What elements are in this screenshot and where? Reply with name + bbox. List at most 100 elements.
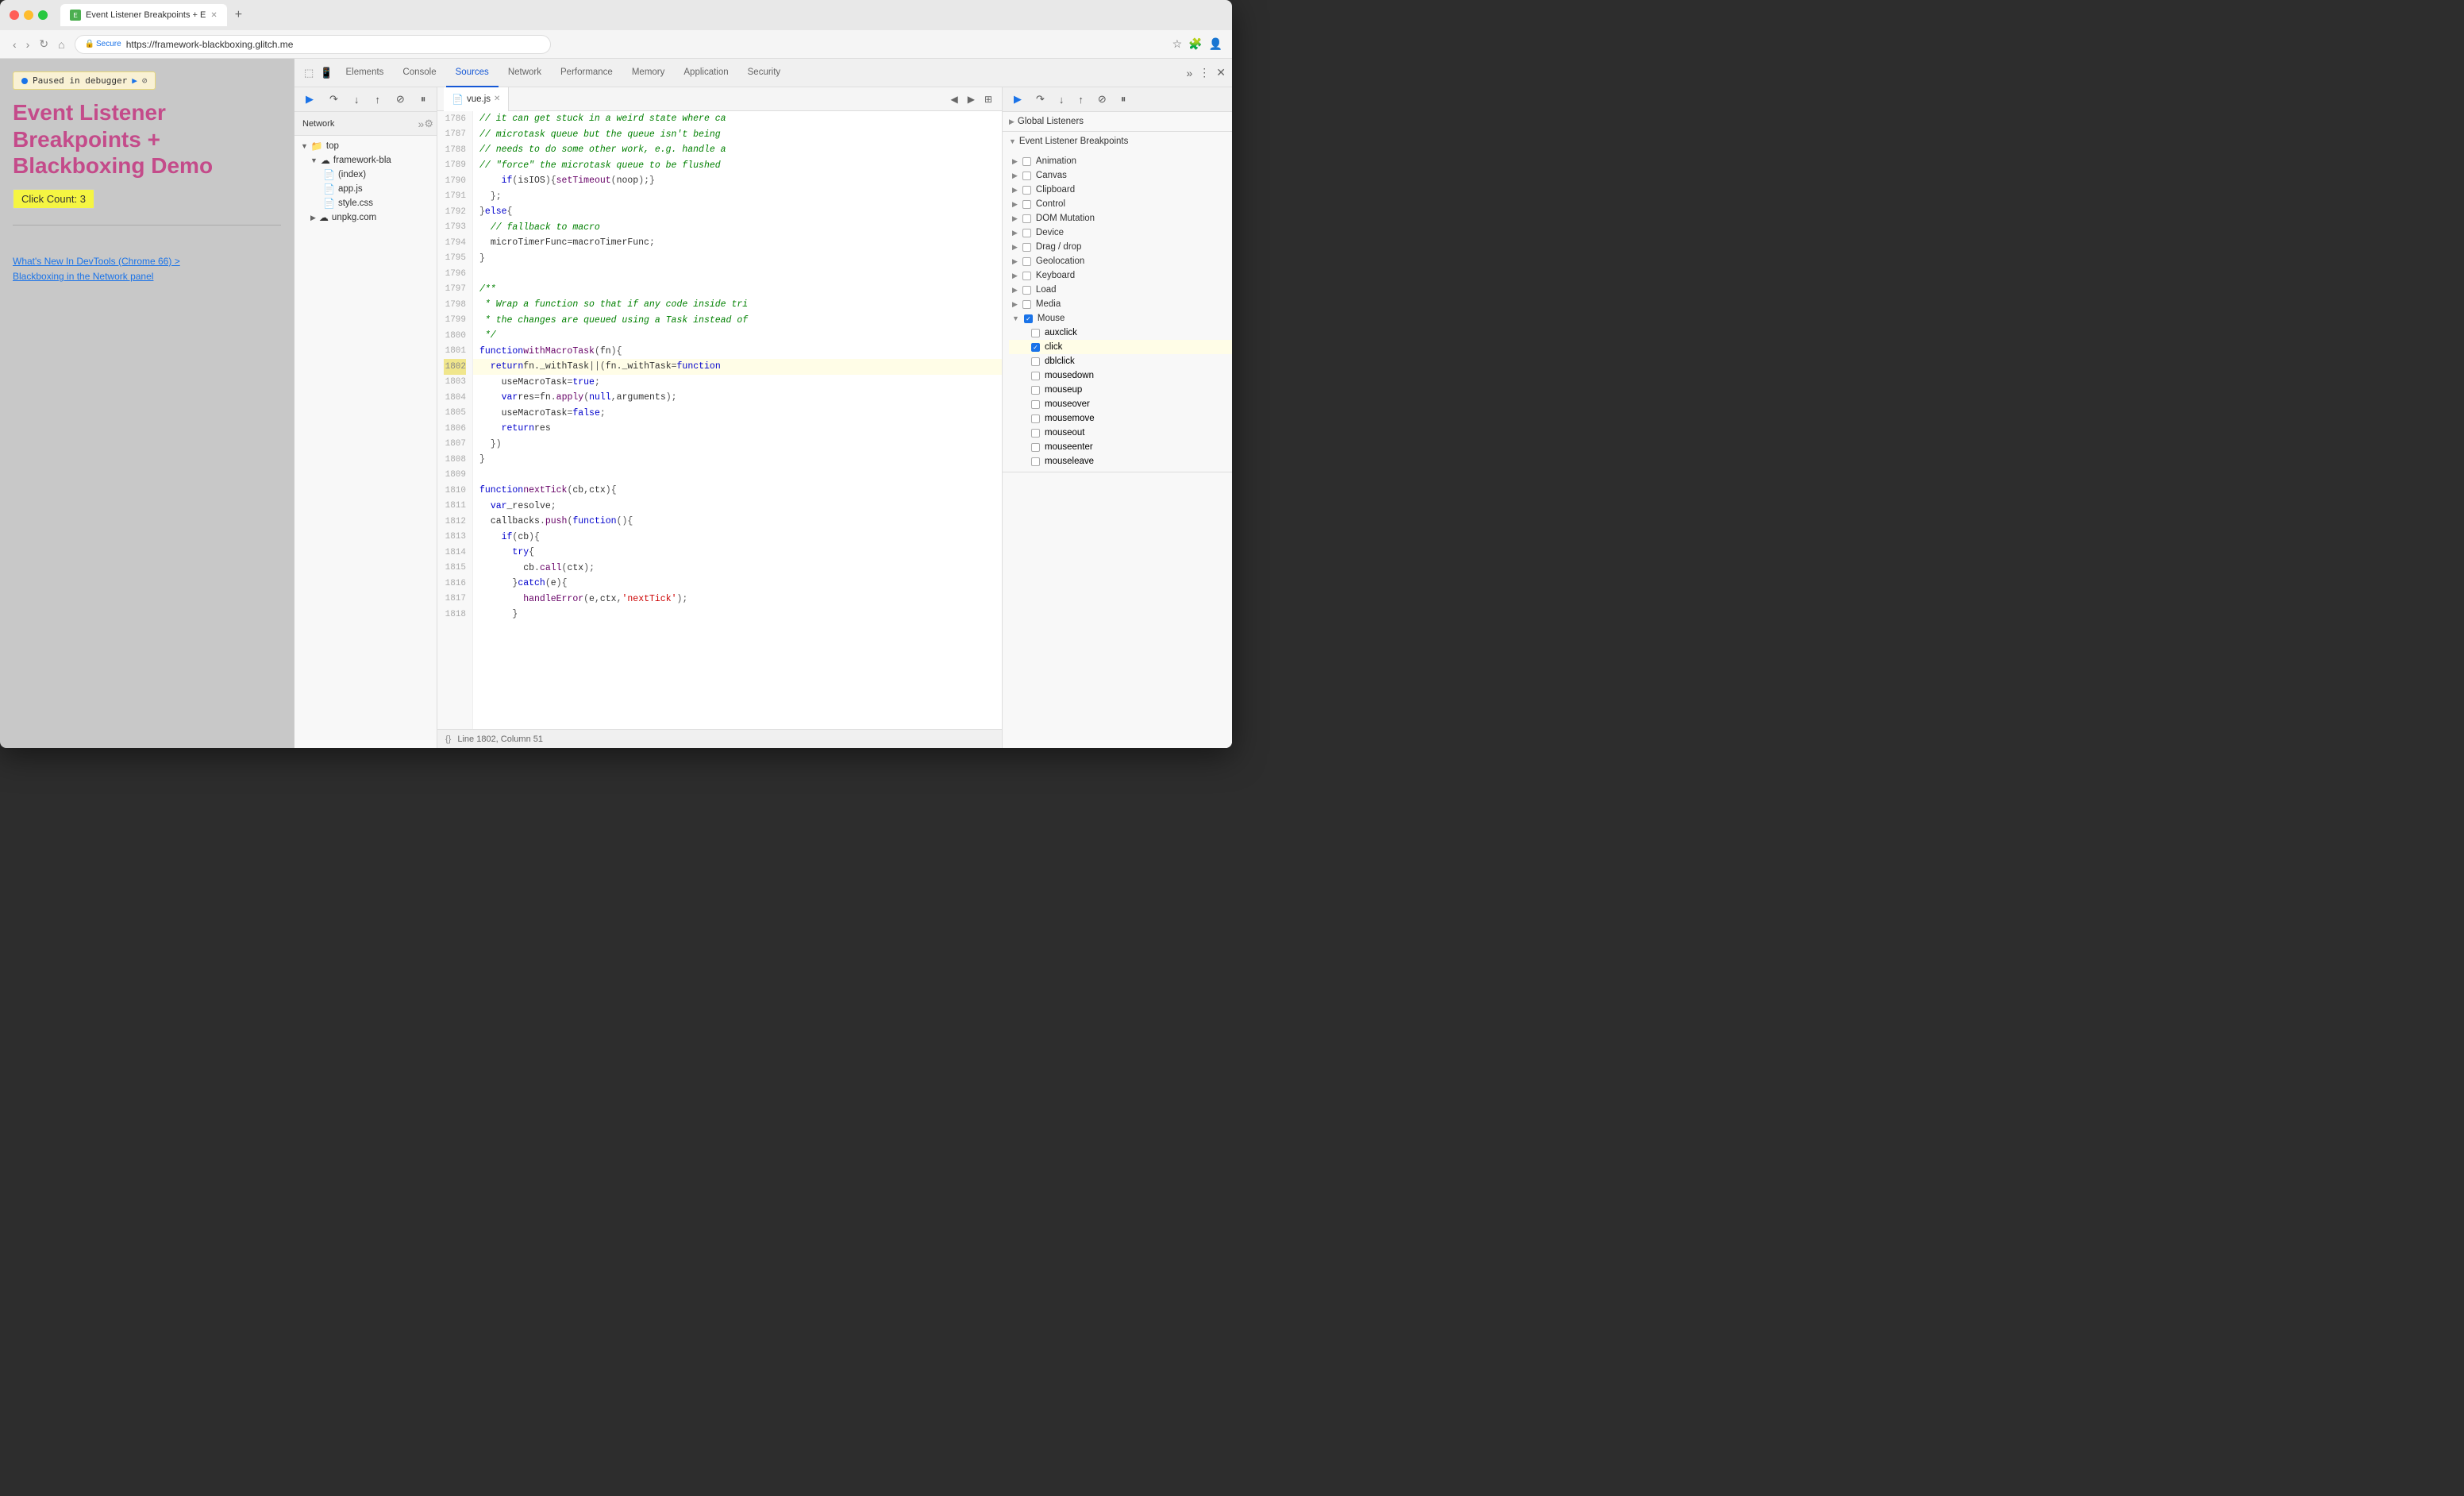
bp-dblclick-checkbox[interactable] — [1031, 357, 1040, 366]
address-input[interactable]: 🔒 Secure https://framework-blackboxing.g… — [75, 35, 551, 54]
bp-dblclick[interactable]: dblclick — [1009, 354, 1232, 368]
tree-top[interactable]: ▼ 📁 top — [295, 139, 437, 153]
bp-clipboard-checkbox[interactable] — [1022, 186, 1031, 195]
inspect-element-button[interactable]: ⬚ — [301, 65, 317, 81]
browser-tab[interactable]: E Event Listener Breakpoints + E ✕ — [60, 4, 227, 26]
click-count[interactable]: Click Count: 3 — [13, 189, 94, 209]
bp-device-checkbox[interactable] — [1022, 229, 1031, 237]
minimize-button[interactable] — [24, 10, 33, 20]
global-listeners-header[interactable]: ▶ Global Listeners — [1003, 112, 1232, 131]
event-listener-breakpoints-header[interactable]: ▼ Event Listener Breakpoints — [1003, 132, 1232, 151]
tab-console[interactable]: Console — [393, 59, 445, 87]
bp-mouseover-checkbox[interactable] — [1031, 400, 1040, 409]
bp-click-checkbox[interactable] — [1031, 343, 1040, 352]
code-area[interactable]: 1786 1787 1788 1789 1790 1791 1792 1793 … — [437, 111, 1002, 729]
navigate-forward-button[interactable]: ▶ — [964, 92, 978, 106]
bp-geolocation[interactable]: ▶ Geolocation — [1003, 254, 1232, 268]
editor-close-icon[interactable]: ✕ — [494, 94, 500, 103]
tree-unpkg[interactable]: ▶ ☁ unpkg.com — [295, 210, 437, 225]
pause-on-exceptions-button[interactable]: ⏸ — [416, 91, 431, 108]
device-toggle-button[interactable]: 📱 — [317, 65, 336, 81]
blackboxing-link[interactable]: Blackboxing in the Network panel — [13, 269, 281, 284]
bp-mouseout-checkbox[interactable] — [1031, 429, 1040, 438]
format-button[interactable]: ⊞ — [981, 92, 995, 106]
tab-close-icon[interactable]: ✕ — [210, 11, 217, 20]
tab-memory[interactable]: Memory — [622, 59, 675, 87]
navigate-back-button[interactable]: ◀ — [947, 92, 961, 106]
step-over-button[interactable]: ↷ — [325, 91, 343, 108]
tab-sources[interactable]: Sources — [446, 59, 499, 87]
deactivate-breakpoints-button[interactable]: ⊘ — [391, 91, 410, 108]
tree-stylecss[interactable]: 📄 style.css — [295, 196, 437, 210]
resume-icon[interactable]: ▶ — [132, 75, 137, 86]
bp-mouseover[interactable]: mouseover — [1009, 397, 1232, 411]
bp-device[interactable]: ▶ Device — [1003, 226, 1232, 240]
bp-media[interactable]: ▶ Media — [1003, 297, 1232, 311]
devtools-settings-button[interactable]: ⋮ — [1199, 66, 1210, 79]
tab-elements[interactable]: Elements — [336, 59, 393, 87]
extensions-icon[interactable]: 🧩 — [1188, 37, 1202, 51]
pretty-print-icon[interactable]: {} — [445, 735, 451, 744]
new-tab-button[interactable]: + — [230, 6, 247, 24]
bp-drag-drop-checkbox[interactable] — [1022, 243, 1031, 252]
home-button[interactable]: ⌂ — [55, 36, 67, 52]
bp-control-checkbox[interactable] — [1022, 200, 1031, 209]
bp-mouseleave[interactable]: mouseleave — [1009, 454, 1232, 468]
deactivate-icon[interactable]: ⊘ — [142, 75, 148, 86]
bp-mousemove-checkbox[interactable] — [1031, 414, 1040, 423]
bp-geolocation-checkbox[interactable] — [1022, 257, 1031, 266]
editor-tab-vuejs[interactable]: 📄 vue.js ✕ — [444, 87, 509, 111]
step-into-button[interactable]: ↓ — [349, 91, 364, 108]
close-button[interactable] — [10, 10, 19, 20]
bp-dom-mutation-checkbox[interactable] — [1022, 214, 1031, 223]
bookmark-icon[interactable]: ☆ — [1172, 37, 1183, 51]
network-tab[interactable]: Network — [298, 118, 339, 130]
more-sources-button[interactable]: » — [418, 118, 425, 130]
deactivate-right-button[interactable]: ⊘ — [1093, 91, 1111, 108]
resume-right-button[interactable]: ▶ — [1009, 91, 1026, 108]
bp-auxclick[interactable]: auxclick — [1009, 326, 1232, 340]
user-icon[interactable]: 👤 — [1209, 37, 1222, 51]
step-out-right-button[interactable]: ↑ — [1073, 91, 1088, 108]
bp-mouseup-checkbox[interactable] — [1031, 386, 1040, 395]
bp-clipboard[interactable]: ▶ Clipboard — [1003, 183, 1232, 197]
bp-mouse-checkbox[interactable] — [1024, 314, 1033, 323]
bp-mousedown[interactable]: mousedown — [1009, 368, 1232, 383]
bp-dom-mutation[interactable]: ▶ DOM Mutation — [1003, 211, 1232, 226]
tab-application[interactable]: Application — [674, 59, 737, 87]
tree-appjs[interactable]: 📄 app.js — [295, 182, 437, 196]
tab-security[interactable]: Security — [738, 59, 791, 87]
maximize-button[interactable] — [38, 10, 48, 20]
back-button[interactable]: ‹ — [10, 36, 20, 52]
bp-auxclick-checkbox[interactable] — [1031, 329, 1040, 337]
bp-media-checkbox[interactable] — [1022, 300, 1031, 309]
bp-mouseenter[interactable]: mouseenter — [1009, 440, 1232, 454]
bp-mouse[interactable]: ▼ Mouse — [1003, 311, 1232, 326]
step-into-right-button[interactable]: ↓ — [1054, 91, 1069, 108]
bp-load-checkbox[interactable] — [1022, 286, 1031, 295]
bp-animation[interactable]: ▶ Animation — [1003, 154, 1232, 168]
bp-drag-drop[interactable]: ▶ Drag / drop — [1003, 240, 1232, 254]
bp-keyboard-checkbox[interactable] — [1022, 272, 1031, 280]
bp-canvas-checkbox[interactable] — [1022, 172, 1031, 180]
bp-mouseenter-checkbox[interactable] — [1031, 443, 1040, 452]
bp-mousedown-checkbox[interactable] — [1031, 372, 1040, 380]
bp-canvas[interactable]: ▶ Canvas — [1003, 168, 1232, 183]
bp-mousemove[interactable]: mousemove — [1009, 411, 1232, 426]
more-tabs-button[interactable]: » — [1186, 67, 1192, 79]
bp-animation-checkbox[interactable] — [1022, 157, 1031, 166]
tab-network[interactable]: Network — [499, 59, 551, 87]
whats-new-link[interactable]: What's New In DevTools (Chrome 66) > — [13, 254, 281, 269]
bp-mouseleave-checkbox[interactable] — [1031, 457, 1040, 466]
close-devtools-button[interactable]: ✕ — [1216, 66, 1226, 79]
sources-settings-button[interactable]: ⚙ — [424, 118, 433, 130]
tab-performance[interactable]: Performance — [551, 59, 622, 87]
bp-mouseup[interactable]: mouseup — [1009, 383, 1232, 397]
reload-button[interactable]: ↻ — [36, 36, 52, 52]
bp-click[interactable]: click — [1009, 340, 1232, 354]
step-out-button[interactable]: ↑ — [370, 91, 385, 108]
tree-framework[interactable]: ▼ ☁ framework-bla — [295, 153, 437, 168]
forward-button[interactable]: › — [23, 36, 33, 52]
bp-load[interactable]: ▶ Load — [1003, 283, 1232, 297]
pause-right-button[interactable]: ⏸ — [1116, 91, 1131, 108]
